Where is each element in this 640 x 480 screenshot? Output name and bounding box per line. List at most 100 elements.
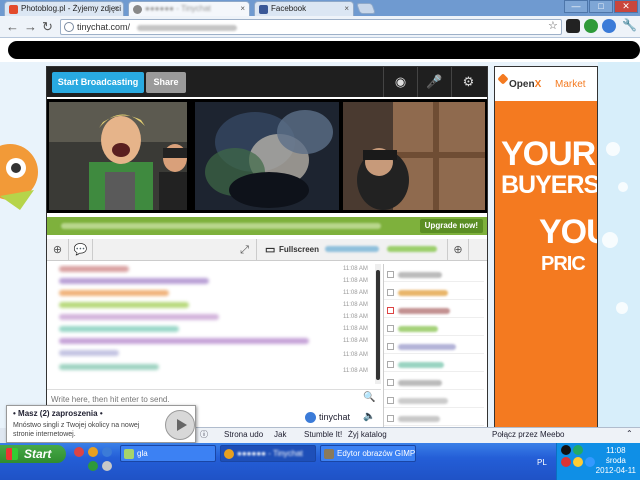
- chat-toolbar: ⊕ 💬 ⤢ ▭ Fullscreen ⊕: [47, 239, 487, 261]
- share-button[interactable]: Share: [146, 72, 186, 93]
- chat-message: [59, 278, 209, 284]
- quicklaunch-icon[interactable]: [74, 447, 84, 457]
- user-list-item[interactable]: [384, 358, 484, 372]
- photoblog-favicon-icon: [9, 5, 18, 14]
- upgrade-now-button[interactable]: Upgrade now!: [419, 219, 483, 233]
- close-tab-icon[interactable]: ×: [344, 4, 349, 13]
- tray-icon[interactable]: [585, 457, 595, 467]
- chat-message: [59, 338, 309, 344]
- folder-icon: [124, 449, 134, 459]
- message-timestamp: 11:08 AM: [343, 290, 368, 296]
- ad-headline-1: YOUR: [501, 135, 596, 173]
- redacted-text: [61, 223, 381, 229]
- quicklaunch-icon[interactable]: [102, 461, 112, 471]
- ad-market: Market: [555, 79, 586, 90]
- user-list-item[interactable]: [384, 286, 484, 300]
- close-tab-icon[interactable]: ×: [240, 4, 245, 13]
- close-window-button[interactable]: ✕: [614, 0, 638, 13]
- wrench-menu-icon[interactable]: 🔧: [622, 18, 637, 32]
- start-broadcasting-button[interactable]: Start Broadcasting: [52, 72, 144, 93]
- bookmark-star-icon[interactable]: ☆: [548, 19, 558, 32]
- extension-icon[interactable]: [602, 19, 616, 33]
- address-bar[interactable]: tinychat.com/: [60, 19, 562, 35]
- invitation-notification[interactable]: • Masz (2) zaproszenia • Mnóstwo singli …: [6, 405, 196, 443]
- gear-icon[interactable]: ⚙: [451, 67, 485, 97]
- meebo-expand-icon[interactable]: ⌃: [626, 429, 633, 438]
- tinychat-brand: tinychat: [319, 412, 351, 422]
- user-list-item[interactable]: [384, 394, 484, 408]
- fullscreen-button[interactable]: ▭ Fullscreen: [263, 239, 323, 261]
- user-list-item[interactable]: [384, 376, 484, 390]
- system-tray: 11:08 środa 2012-04-11: [556, 443, 640, 480]
- info-icon[interactable]: ⓘ: [200, 429, 208, 440]
- maximize-button[interactable]: □: [589, 0, 613, 13]
- extension-icon[interactable]: [566, 19, 580, 33]
- windows-taskbar: Start gla ●●●●●● - Tinychat Edytor obraz…: [0, 443, 640, 480]
- tray-icon[interactable]: [561, 445, 571, 455]
- gimp-icon: [324, 449, 334, 459]
- speaker-icon[interactable]: 🔈: [363, 411, 375, 422]
- tab-photoblog[interactable]: Photoblog.pl - Żyjemy zdjęci ×: [4, 1, 124, 16]
- chat-message: [59, 326, 179, 332]
- message-timestamp: 11:08 AM: [343, 314, 368, 320]
- minimize-button[interactable]: —: [564, 0, 588, 13]
- tray-icon[interactable]: [573, 457, 583, 467]
- chat-bubbles-icon[interactable]: 💬: [69, 239, 93, 261]
- forward-arrow-icon[interactable]: →: [24, 19, 37, 34]
- close-tab-icon[interactable]: ×: [114, 4, 119, 13]
- new-tab-button[interactable]: [355, 3, 377, 14]
- chat-message: [59, 314, 219, 320]
- quicklaunch-icon[interactable]: [88, 447, 98, 457]
- ad-headline-2: BUYERS: [501, 171, 598, 199]
- task-gla[interactable]: gla: [120, 445, 216, 462]
- language-indicator[interactable]: PL: [537, 458, 547, 467]
- microphone-icon[interactable]: 🎤: [417, 67, 451, 97]
- message-timestamp: 11:08 AM: [343, 302, 368, 308]
- play-button-icon[interactable]: [165, 410, 195, 440]
- video-feed-2[interactable]: [195, 102, 339, 210]
- zoom-icon[interactable]: ⊕: [47, 239, 69, 261]
- extension-icon[interactable]: [584, 19, 598, 33]
- meebo-like-item[interactable]: Jak: [274, 430, 286, 439]
- tray-icon[interactable]: [573, 445, 583, 455]
- user-list-item[interactable]: [384, 304, 484, 318]
- tray-icon[interactable]: [561, 457, 571, 467]
- webcam-icon[interactable]: ◉: [383, 67, 417, 97]
- user-list-item[interactable]: [384, 340, 484, 354]
- meebo-connect-item[interactable]: Połącz przez Meebo: [492, 430, 564, 439]
- notification-title: • Masz (2) zaproszenia •: [13, 409, 103, 418]
- tab-facebook[interactable]: Facebook ×: [254, 1, 354, 16]
- user-list-item[interactable]: [384, 322, 484, 336]
- meebo-catalog-item[interactable]: Żyj katalog: [348, 430, 387, 439]
- tab-strip: Photoblog.pl - Żyjemy zdjęci × ●●●●●● - …: [0, 0, 640, 16]
- chrome-icon: [224, 449, 234, 459]
- chat-message: [59, 350, 119, 356]
- tinychat-logo-icon: [305, 412, 316, 423]
- redacted-username: [325, 246, 379, 252]
- user-list-item[interactable]: [384, 412, 484, 426]
- openx-logo-icon: [497, 73, 509, 85]
- chat-messages: 11:08 AM 11:08 AM 11:08 AM 11:08 AM 11:0…: [51, 264, 375, 384]
- openx-advertisement[interactable]: OpenX Market YOUR BUYERS YOU PRIC: [494, 66, 598, 428]
- quicklaunch-icon[interactable]: [88, 461, 98, 471]
- search-icon[interactable]: 🔍: [363, 392, 375, 403]
- chat-input[interactable]: [51, 392, 361, 406]
- video-feed-1[interactable]: [49, 102, 187, 210]
- task-gimp[interactable]: Edytor obrazów GIMP: [320, 445, 416, 462]
- tab-tinychat[interactable]: ●●●●●● - Tinychat ×: [128, 1, 250, 16]
- video-feed-3[interactable]: [343, 102, 485, 210]
- meebo-share-item[interactable]: Strona udo: [224, 430, 263, 439]
- chat-scrollbar[interactable]: [375, 264, 381, 384]
- meebo-stumble-item[interactable]: Stumble It!: [304, 430, 342, 439]
- user-list-item[interactable]: [384, 268, 484, 282]
- task-chrome[interactable]: ●●●●●● - Tinychat: [220, 445, 316, 462]
- start-button[interactable]: Start: [0, 445, 66, 463]
- chat-message: [59, 290, 169, 296]
- quicklaunch-icon[interactable]: [102, 447, 112, 457]
- globe-icon: [64, 22, 74, 32]
- clock[interactable]: 11:08 środa 2012-04-11: [596, 446, 636, 476]
- reload-icon[interactable]: ↻: [42, 19, 53, 35]
- back-arrow-icon[interactable]: ←: [6, 19, 19, 34]
- popout-icon[interactable]: ⤢: [233, 239, 257, 261]
- user-zoom-icon[interactable]: ⊕: [447, 239, 469, 261]
